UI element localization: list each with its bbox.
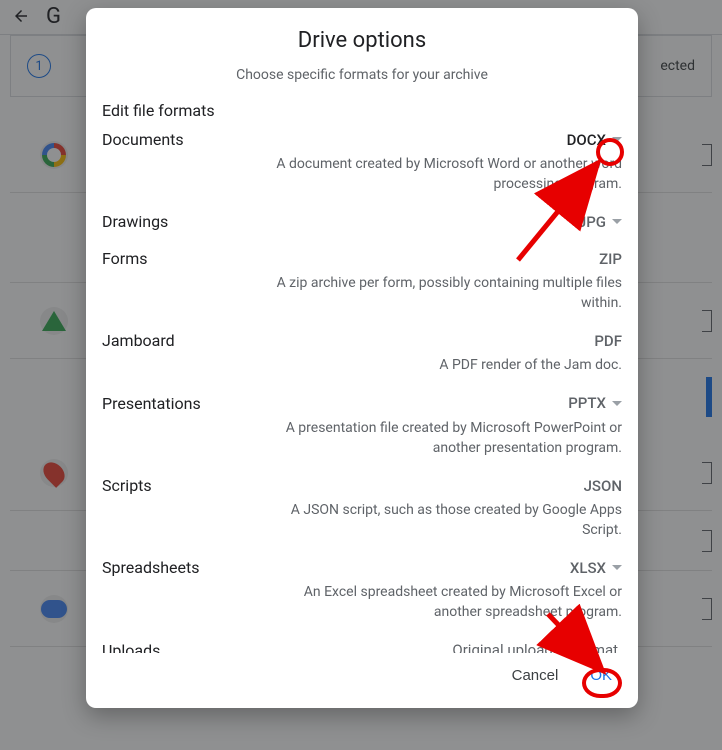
format-label: Jamboard: [102, 331, 175, 350]
format-description: A presentation file created by Microsoft…: [102, 419, 622, 458]
format-value-forms: ZIP: [599, 250, 622, 268]
format-row-drawings: Drawings JPG: [102, 208, 622, 245]
cancel-button[interactable]: Cancel: [508, 661, 563, 690]
format-label: Documents: [102, 130, 184, 149]
format-dropdown-drawings[interactable]: JPG: [578, 213, 622, 231]
format-value: JSON: [584, 477, 622, 495]
format-description: An Excel spreadsheet created by Microsof…: [102, 583, 622, 622]
dialog-actions: Cancel OK: [86, 653, 638, 694]
format-label: Spreadsheets: [102, 558, 200, 577]
format-row-forms: Forms ZIP A zip archive per form, possib…: [102, 245, 622, 327]
format-label: Uploads: [102, 641, 160, 653]
chevron-down-icon: [612, 565, 622, 570]
format-description: A document created by Microsoft Word or …: [102, 155, 622, 194]
format-value-uploads: Original uploaded format.: [452, 641, 622, 653]
section-label: Edit file formats: [86, 101, 638, 126]
format-value: JPG: [578, 213, 606, 231]
format-value: PDF: [594, 332, 622, 350]
format-value: Original uploaded format.: [452, 641, 622, 653]
format-row-jamboard: Jamboard PDF A PDF render of the Jam doc…: [102, 327, 622, 390]
format-label: Scripts: [102, 476, 152, 495]
format-label: Presentations: [102, 394, 201, 413]
chevron-down-icon: [612, 137, 622, 142]
format-row-scripts: Scripts JSON A JSON script, such as thos…: [102, 472, 622, 554]
format-dropdown-presentations[interactable]: PPTX: [568, 394, 622, 412]
format-dropdown-documents[interactable]: DOCX: [567, 131, 622, 149]
format-label: Drawings: [102, 212, 168, 231]
format-description: A PDF render of the Jam doc.: [102, 356, 622, 376]
format-description: A JSON script, such as those created by …: [102, 501, 622, 540]
ok-button[interactable]: OK: [586, 661, 616, 690]
format-row-documents: Documents DOCX A document created by Mic…: [102, 126, 622, 208]
format-label: Forms: [102, 249, 148, 268]
format-value: XLSX: [570, 559, 606, 577]
format-value-jamboard: PDF: [594, 332, 622, 350]
format-row-spreadsheets: Spreadsheets XLSX An Excel spreadsheet c…: [102, 554, 622, 636]
drive-options-dialog: Drive options Choose specific formats fo…: [86, 8, 638, 708]
format-value-scripts: JSON: [584, 477, 622, 495]
chevron-down-icon: [612, 401, 622, 406]
format-row-uploads: Uploads Original uploaded format. Files …: [102, 637, 622, 653]
dialog-subtitle: Choose specific formats for your archive: [86, 67, 638, 83]
format-dropdown-spreadsheets[interactable]: XLSX: [570, 559, 622, 577]
format-description: A zip archive per form, possibly contain…: [102, 274, 622, 313]
dialog-title: Drive options: [86, 28, 638, 53]
format-value: DOCX: [567, 131, 606, 149]
chevron-down-icon: [612, 219, 622, 224]
format-value: PPTX: [568, 394, 606, 412]
format-row-presentations: Presentations PPTX A presentation file c…: [102, 390, 622, 472]
format-value: ZIP: [599, 250, 622, 268]
